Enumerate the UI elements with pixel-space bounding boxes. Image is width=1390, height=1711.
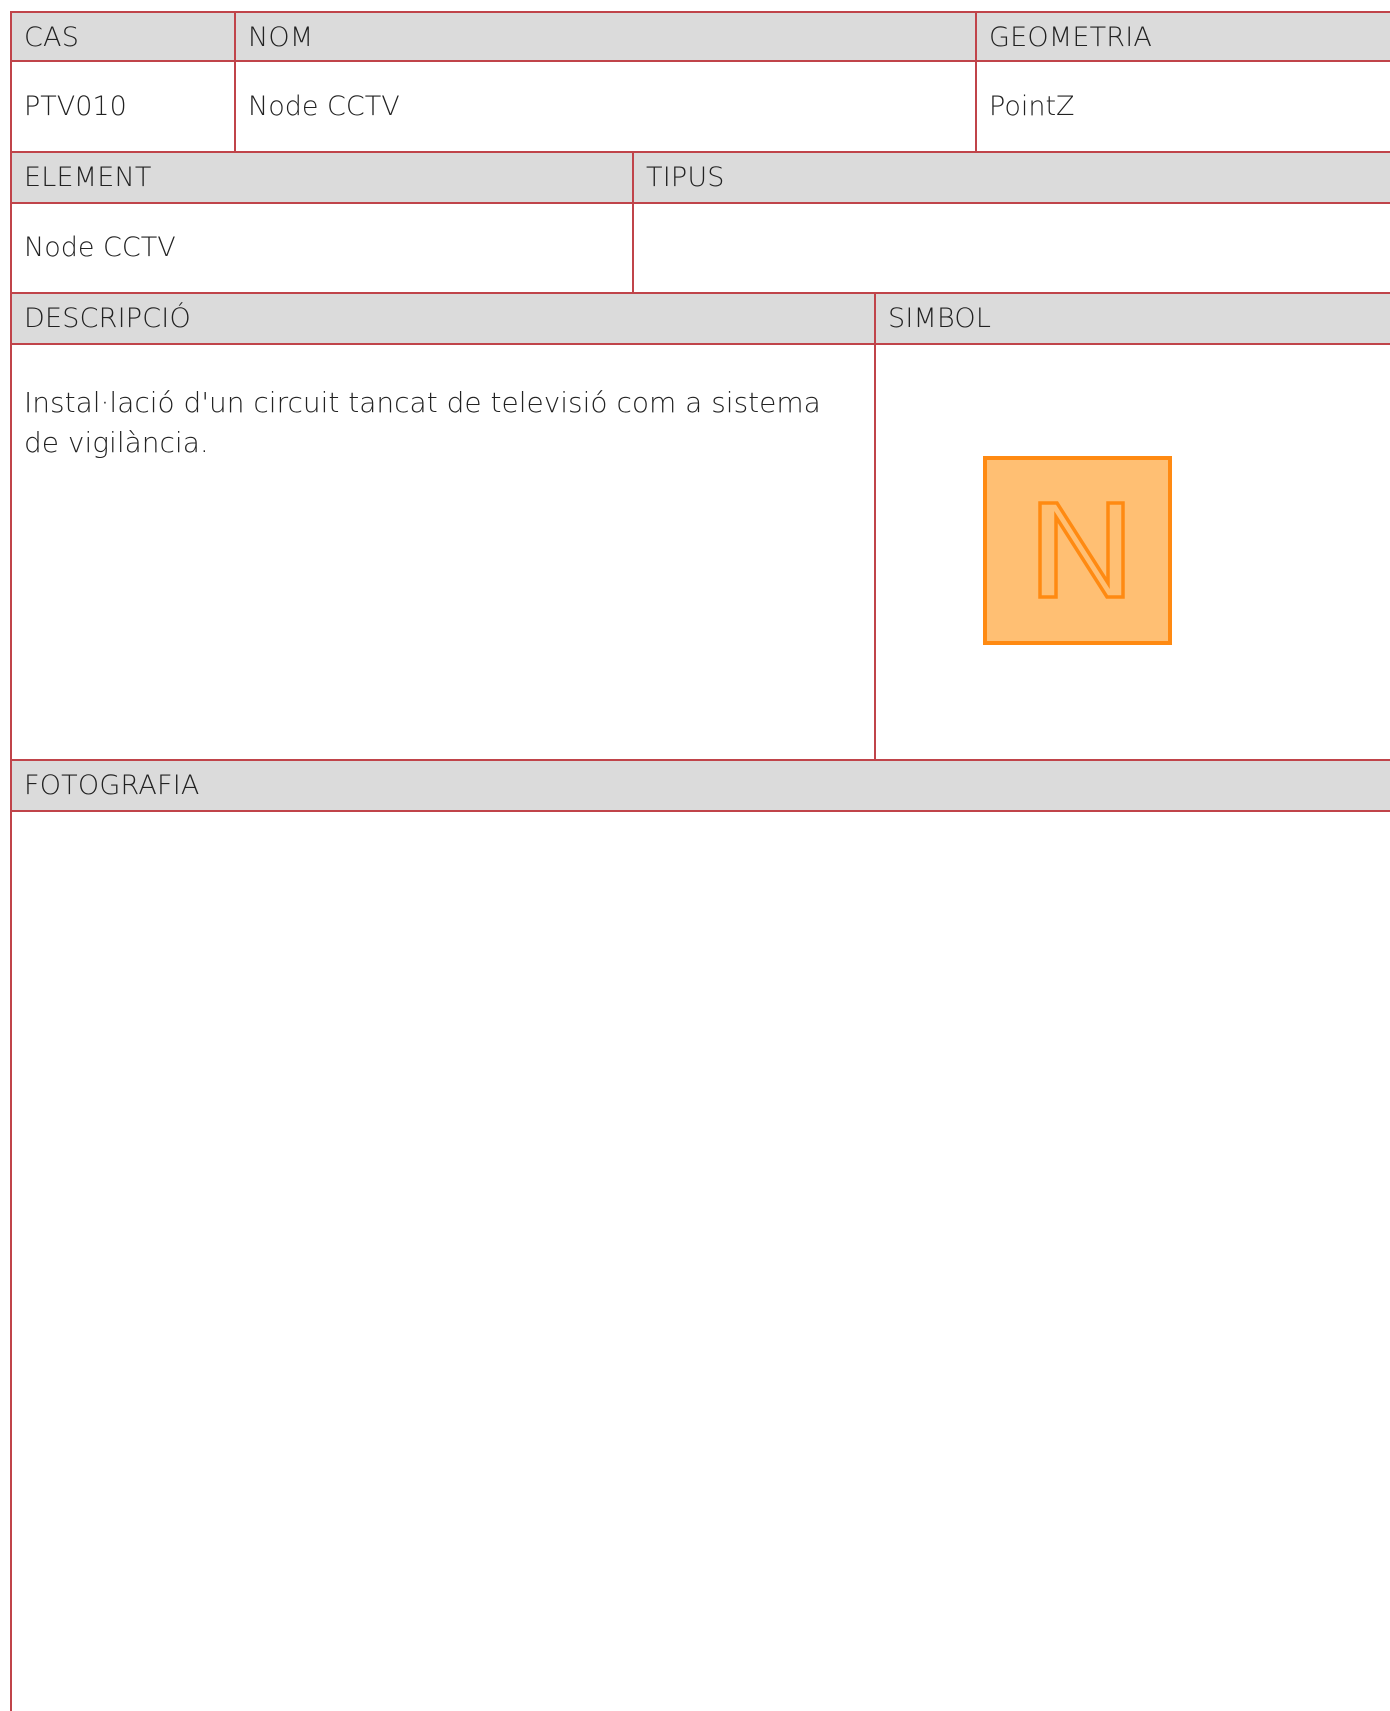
header-geometria: GEOMETRIA [975, 11, 1390, 62]
header-cas: CAS [10, 11, 234, 62]
header-nom: NOM [234, 11, 975, 62]
row1-header: CAS NOM GEOMETRIA [10, 11, 1390, 62]
value-geometria: PointZ [975, 62, 1390, 153]
photo-area [10, 812, 1390, 1711]
header-tipus: TIPUS [632, 153, 1390, 204]
header-descripcio: DESCRIPCIÓ [10, 294, 874, 345]
value-simbol-cell [874, 345, 1390, 761]
row4-photo [10, 812, 1390, 1711]
row1-values: PTV010 Node CCTV PointZ [10, 62, 1390, 153]
value-cas: PTV010 [10, 62, 234, 153]
value-descripcio-cell: Instal·lació d'un circuit tancat de tele… [10, 345, 874, 761]
header-simbol: SIMBOL [874, 294, 1390, 345]
value-nom: Node CCTV [234, 62, 975, 153]
value-tipus [632, 204, 1390, 294]
row2-values: Node CCTV [10, 204, 1390, 294]
node-n-square-icon [983, 456, 1172, 645]
row3-values: Instal·lació d'un circuit tancat de tele… [10, 345, 1390, 761]
row4-header: FOTOGRAFIA [10, 761, 1390, 812]
row3-header: DESCRIPCIÓ SIMBOL [10, 294, 1390, 345]
symbol-letter-n [1038, 501, 1125, 599]
row2-header: ELEMENT TIPUS [10, 153, 1390, 204]
record-sheet: CAS NOM GEOMETRIA PTV010 Node CCTV Point… [10, 11, 1390, 1711]
header-fotografia: FOTOGRAFIA [10, 761, 1390, 812]
header-element: ELEMENT [10, 153, 632, 204]
value-element: Node CCTV [10, 204, 632, 294]
description-text: Instal·lació d'un circuit tancat de tele… [24, 386, 821, 459]
